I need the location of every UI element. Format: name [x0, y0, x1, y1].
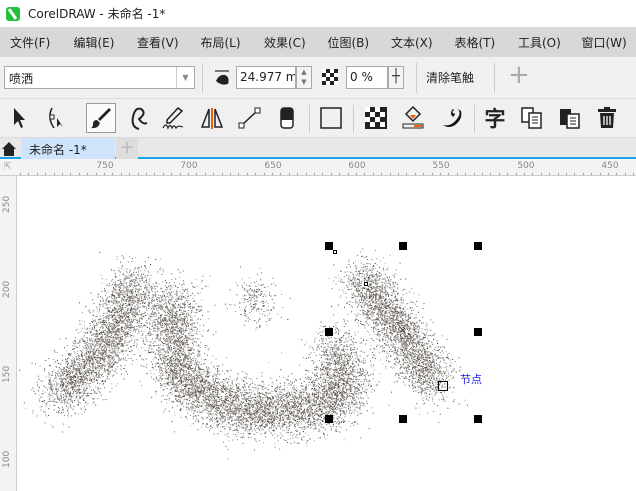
selection-handle[interactable] — [474, 328, 482, 336]
selection-handle[interactable] — [399, 242, 407, 250]
spray-strokes[interactable] — [0, 0, 636, 491]
selection-handle[interactable] — [474, 242, 482, 250]
selection-handle[interactable] — [325, 328, 333, 336]
selection-handle[interactable] — [325, 415, 333, 423]
selection-handle[interactable] — [399, 415, 407, 423]
selection-handle[interactable] — [325, 242, 333, 250]
node-label: 节点 — [460, 373, 482, 386]
node-marker[interactable] — [333, 250, 337, 254]
selection-handle[interactable] — [474, 415, 482, 423]
node-marker[interactable] — [438, 381, 448, 391]
node-marker[interactable] — [364, 282, 368, 286]
center-marker-icon[interactable]: × — [399, 326, 407, 336]
